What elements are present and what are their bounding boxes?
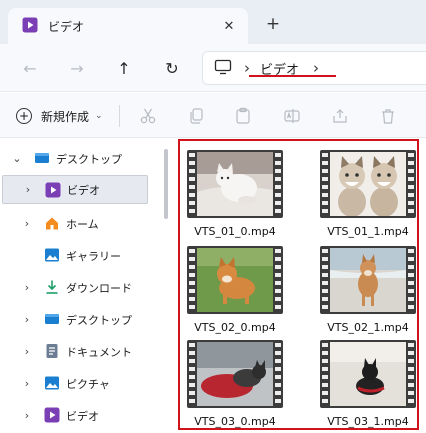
plus-icon: + — [16, 108, 32, 124]
home-icon — [44, 215, 60, 231]
chevron-right-icon[interactable]: › — [20, 217, 34, 231]
sidebar-item-label: ダウンロード — [66, 281, 132, 295]
sidebar-item-videos-2[interactable]: › ビデオ — [0, 401, 158, 430]
sidebar-item-label: デスクトップ — [56, 152, 122, 166]
back-icon[interactable]: ← — [17, 55, 43, 81]
chevron-right-icon[interactable]: › — [20, 377, 34, 391]
sidebar-item-desktop-root[interactable]: ⌄ デスクトップ — [0, 144, 158, 173]
file-explorer-window: ビデオ ✕ + ← → ↑ ↻ › ビデオ › + 新規作成 ⌄ ⌄ デスクトッ… — [0, 0, 426, 433]
sidebar-item-label: ドキュメント — [66, 345, 132, 359]
this-pc-icon[interactable] — [214, 59, 232, 78]
highlight-box — [178, 139, 419, 430]
address-bar[interactable]: › ビデオ › — [202, 51, 426, 85]
gallery-icon — [44, 247, 60, 263]
navigation-pane: ⌄ デスクトップ › ビデオ › ホーム ギャラリー › ダウンロード › デス… — [0, 139, 160, 433]
chevron-right-icon[interactable]: › — [20, 345, 34, 359]
sidebar-item-label: ホーム — [66, 217, 99, 231]
cut-icon[interactable] — [136, 105, 160, 127]
tab-strip: ビデオ ✕ + — [0, 0, 426, 44]
desktop-folder-icon — [44, 311, 60, 327]
documents-icon — [44, 343, 60, 359]
chevron-down-icon: ⌄ — [95, 111, 103, 121]
highlight-underline — [249, 75, 336, 77]
forward-icon[interactable]: → — [64, 55, 90, 81]
navigation-bar: ← → ↑ ↻ › ビデオ › — [0, 44, 426, 92]
chevron-right-icon[interactable]: › — [20, 313, 34, 327]
up-icon[interactable]: ↑ — [111, 55, 137, 81]
close-tab-icon[interactable]: ✕ — [218, 15, 240, 37]
chevron-right-icon[interactable]: › — [20, 409, 34, 423]
new-button[interactable]: + 新規作成 ⌄ — [16, 103, 103, 129]
tab-videos[interactable]: ビデオ ✕ — [8, 8, 248, 44]
desktop-folder-icon — [34, 150, 50, 166]
videos-folder-icon — [45, 182, 61, 198]
chevron-right-icon[interactable]: › — [21, 183, 35, 197]
sidebar-item-home[interactable]: › ホーム — [0, 209, 158, 238]
sidebar-item-label: ギャラリー — [66, 249, 121, 263]
sidebar-item-label: デスクトップ — [66, 313, 132, 327]
pictures-icon — [44, 375, 60, 391]
sidebar-item-label: ビデオ — [66, 409, 99, 423]
paste-icon[interactable] — [231, 105, 255, 127]
sidebar-item-gallery[interactable]: ギャラリー — [0, 241, 158, 270]
sidebar-item-label: ピクチャ — [66, 377, 110, 391]
copy-icon[interactable] — [184, 105, 208, 127]
videos-folder-icon — [22, 17, 38, 36]
new-button-label: 新規作成 — [41, 109, 90, 124]
command-bar: + 新規作成 ⌄ — [0, 93, 426, 138]
download-icon — [44, 279, 60, 295]
rename-icon[interactable] — [280, 105, 304, 127]
sidebar-item-desktop[interactable]: › デスクトップ — [0, 305, 158, 334]
delete-icon[interactable] — [376, 105, 400, 127]
chevron-down-icon[interactable]: ⌄ — [10, 152, 24, 166]
share-icon[interactable] — [328, 105, 352, 127]
navigation-scrollbar[interactable] — [160, 139, 172, 433]
sidebar-item-documents[interactable]: › ドキュメント — [0, 337, 158, 366]
sidebar-item-label: ビデオ — [67, 183, 100, 197]
new-tab-button[interactable]: + — [262, 13, 284, 35]
sidebar-item-pictures[interactable]: › ピクチャ — [0, 369, 158, 398]
divider — [119, 105, 120, 127]
scrollbar-thumb[interactable] — [164, 149, 168, 219]
sidebar-item-videos[interactable]: › ビデオ — [2, 175, 148, 204]
chevron-right-icon[interactable]: › — [20, 281, 34, 295]
sidebar-item-downloads[interactable]: › ダウンロード — [0, 273, 158, 302]
videos-folder-icon — [44, 407, 60, 423]
tab-title: ビデオ — [48, 19, 85, 34]
refresh-icon[interactable]: ↻ — [159, 55, 185, 81]
